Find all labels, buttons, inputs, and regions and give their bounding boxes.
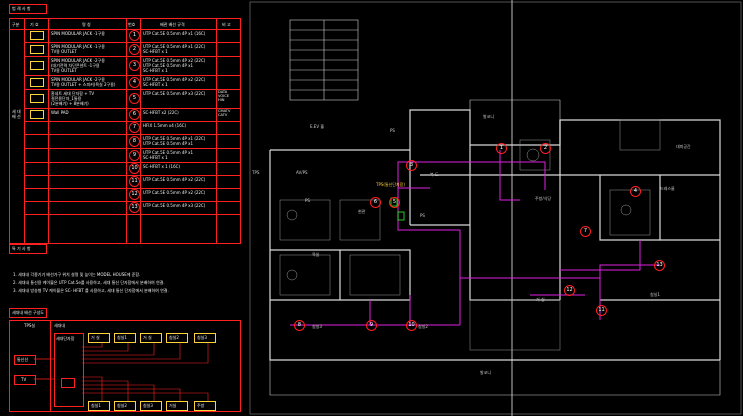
plan-label-avps: AV/PS: [296, 170, 308, 175]
plan-marker-1: 1: [496, 143, 507, 154]
floor-plan: [249, 0, 742, 416]
plan-label-corridor: 복 도: [430, 172, 439, 177]
plan-marker-4: 4: [630, 186, 641, 197]
plan-marker-6: 6: [370, 197, 381, 208]
plan-label-kitchen: 주방/식당: [535, 196, 552, 201]
plan-label-balcony-top: 발코니: [483, 114, 495, 119]
plan-marker-8: 8: [294, 320, 305, 331]
plan-label-balcony-bottom: 발코니: [480, 370, 492, 375]
plan-label-living: 거 실: [536, 297, 545, 302]
plan-marker-5: 5: [389, 197, 400, 208]
plan-marker-13: 13: [654, 260, 665, 271]
plan-marker-9: 9: [366, 320, 377, 331]
plan-label-ps-3: PS: [420, 213, 425, 218]
plan-marker-10: 10: [406, 320, 417, 331]
plan-label-bedroom1: 침실1: [650, 292, 660, 297]
plan-label-tps-panel: TPS(통신단자함): [376, 182, 405, 187]
plan-label-ps-2: PS: [390, 128, 395, 133]
plan-label-tps: TPS: [252, 170, 260, 175]
balcony-outline: [269, 99, 721, 396]
walls: [269, 109, 721, 361]
plan-marker-11: 11: [596, 305, 607, 316]
wiring-runs: [290, 150, 660, 326]
plan-label-bedroom3: 침실3: [312, 324, 322, 329]
plan-label-dressroom: 드레스룸: [660, 186, 675, 191]
plan-label-bath: 욕실: [312, 252, 320, 257]
plan-marker-2: 2: [540, 143, 551, 154]
stairwell: [289, 19, 359, 101]
plan-marker-12: 12: [564, 285, 575, 296]
plan-marker-7: 7: [580, 226, 591, 237]
plan-marker-3: 3: [406, 160, 417, 171]
plan-label-bedroom2: 침실2: [418, 324, 428, 329]
plan-label-entrance: 현관: [358, 209, 366, 214]
plan-label-refuge: 대피공간: [676, 144, 691, 149]
plan-label-ps-1: PS: [305, 198, 310, 203]
plan-label-elev-hall: E.EV 홀: [310, 124, 325, 129]
